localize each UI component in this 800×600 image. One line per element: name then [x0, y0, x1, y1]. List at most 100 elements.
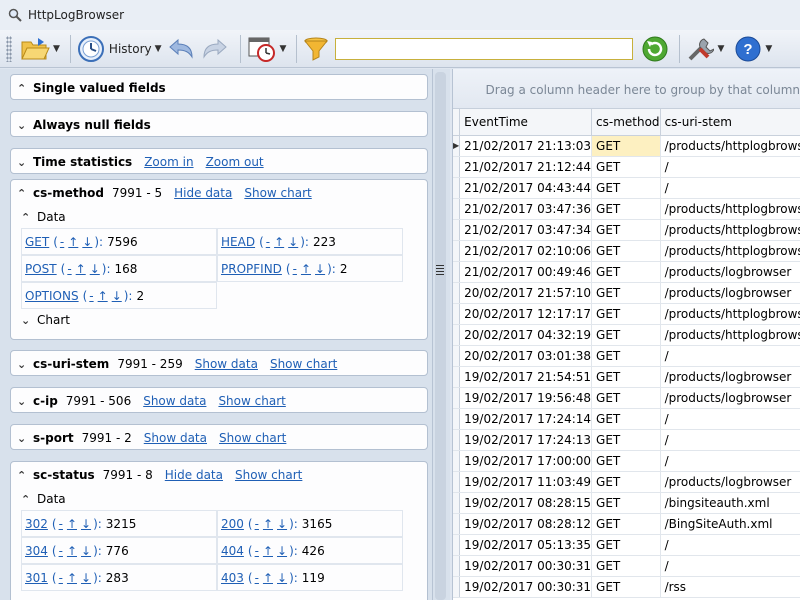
sort-down-op[interactable]: ↓ — [81, 517, 91, 531]
sort-up-op[interactable]: ↑ — [67, 571, 77, 585]
row-indicator[interactable] — [453, 324, 461, 346]
cell-cs-uri-stem[interactable]: /products/logbrowser — [660, 387, 800, 409]
sort-down-op[interactable]: ↓ — [81, 544, 91, 558]
sort-up-op[interactable]: ↑ — [263, 544, 273, 558]
value-link[interactable]: 403 — [221, 571, 244, 585]
cell-cs-uri-stem[interactable]: /products/httplogbrowser — [660, 303, 800, 325]
sort-up-op[interactable]: ↑ — [67, 517, 77, 531]
exclude-op[interactable]: - — [60, 235, 64, 249]
table-row[interactable]: 19/02/2017 05:13:35 GET / — [453, 534, 800, 556]
row-indicator[interactable] — [453, 387, 461, 409]
chevron-down-icon[interactable]: ⌄ — [17, 119, 31, 132]
cell-eventtime[interactable]: 21/02/2017 03:47:36 — [459, 198, 593, 220]
cell-cs-method[interactable]: GET — [591, 408, 661, 430]
cell-cs-uri-stem[interactable]: / — [660, 408, 800, 430]
cell-cs-uri-stem[interactable]: /bingsiteauth.xml — [660, 492, 800, 514]
table-row[interactable]: 19/02/2017 19:56:48 GET/products/logbrows… — [453, 387, 800, 409]
cell-eventtime[interactable]: 19/02/2017 11:03:49 — [459, 471, 593, 493]
cell-cs-uri-stem[interactable]: /products/httplogbrowser — [660, 198, 800, 220]
table-row[interactable]: 20/02/2017 03:01:38 GET / — [453, 345, 800, 367]
chevron-up-icon[interactable]: ⌃ — [21, 493, 37, 506]
panel-header[interactable]: ⌄ s-port 7991 - 2 Show data Show chart — [11, 425, 427, 451]
row-indicator[interactable] — [453, 492, 461, 514]
cell-eventtime[interactable]: 19/02/2017 05:13:35 — [459, 534, 593, 556]
panel-header[interactable]: ⌄ Time statistics Zoom in Zoom out — [11, 149, 427, 175]
cell-cs-method[interactable]: GET — [591, 324, 661, 346]
cell-cs-uri-stem[interactable]: /BingSiteAuth.xml — [660, 513, 800, 535]
back-button[interactable] — [166, 34, 196, 64]
toolbar-grip[interactable] — [6, 35, 12, 62]
row-indicator[interactable] — [453, 576, 461, 598]
cell-cs-method[interactable]: GET — [591, 303, 661, 325]
row-indicator[interactable] — [453, 303, 461, 325]
cell-eventtime[interactable]: 19/02/2017 00:30:31 — [459, 555, 593, 577]
cell-cs-method[interactable]: GET — [591, 135, 661, 157]
value-link[interactable]: 304 — [25, 544, 48, 558]
row-indicator[interactable] — [453, 156, 461, 178]
sort-up-op[interactable]: ↑ — [76, 262, 86, 276]
show-chart-link[interactable]: Show chart — [235, 468, 302, 482]
value-link[interactable]: 302 — [25, 517, 48, 531]
chevron-up-icon[interactable]: ⌃ — [17, 187, 31, 200]
cell-cs-uri-stem[interactable]: /products/httplogbrowser — [660, 135, 800, 157]
value-link[interactable]: PROPFIND — [221, 262, 282, 276]
sort-up-op[interactable]: ↑ — [68, 235, 78, 249]
table-row[interactable]: 19/02/2017 00:30:31 GET / — [453, 555, 800, 577]
cell-cs-uri-stem[interactable]: / — [660, 534, 800, 556]
cell-cs-method[interactable]: GET — [591, 261, 661, 283]
cell-cs-method[interactable]: GET — [591, 429, 661, 451]
cell-eventtime[interactable]: 19/02/2017 00:30:31 — [459, 576, 593, 598]
value-link[interactable]: 200 — [221, 517, 244, 531]
chevron-down-icon[interactable]: ⌄ — [21, 314, 37, 327]
table-row[interactable]: 19/02/2017 08:28:15 GET/bingsiteauth.xml — [453, 492, 800, 514]
cell-cs-method[interactable]: GET — [591, 240, 661, 262]
table-row[interactable]: 19/02/2017 08:28:12 GET/BingSiteAuth.xml — [453, 513, 800, 535]
panel-header[interactable]: ⌃ Single valued fields — [11, 75, 427, 101]
sort-down-op[interactable]: ↓ — [277, 571, 287, 585]
value-link[interactable]: OPTIONS — [25, 289, 79, 303]
cell-cs-uri-stem[interactable]: / — [660, 429, 800, 451]
row-indicator[interactable] — [453, 282, 461, 304]
column-header-cs-uri-stem[interactable]: cs-uri-stem — [660, 109, 800, 136]
hide-data-link[interactable]: Hide data — [174, 186, 232, 200]
sort-down-op[interactable]: ↓ — [277, 544, 287, 558]
row-indicator[interactable] — [453, 429, 461, 451]
row-indicator[interactable] — [453, 198, 461, 220]
cell-cs-method[interactable]: GET — [591, 471, 661, 493]
cell-cs-uri-stem[interactable]: / — [660, 555, 800, 577]
table-row[interactable]: 21/02/2017 04:43:44 GET / — [453, 177, 800, 199]
tools-button[interactable]: ▼ — [686, 34, 724, 64]
exclude-op[interactable]: - — [293, 262, 297, 276]
exclude-op[interactable]: - — [255, 517, 259, 531]
chevron-down-icon[interactable]: ⌄ — [17, 358, 31, 371]
row-indicator[interactable] — [453, 408, 461, 430]
cell-cs-uri-stem[interactable]: /rss — [660, 576, 800, 598]
splitter-grip-icon[interactable] — [436, 265, 444, 277]
cell-eventtime[interactable]: 20/02/2017 12:17:17 — [459, 303, 593, 325]
cell-eventtime[interactable]: 20/02/2017 04:32:19 — [459, 324, 593, 346]
table-row[interactable]: 19/02/2017 21:54:51 GET/products/logbrows… — [453, 366, 800, 388]
table-row[interactable]: 20/02/2017 12:17:17 GET/products/httplogb… — [453, 303, 800, 325]
cell-cs-method[interactable]: GET — [591, 513, 661, 535]
cell-cs-uri-stem[interactable]: /products/logbrowser — [660, 471, 800, 493]
chevron-down-icon[interactable]: ⌄ — [17, 432, 31, 445]
show-data-link[interactable]: Show data — [143, 394, 206, 408]
cell-eventtime[interactable]: 19/02/2017 21:54:51 — [459, 366, 593, 388]
row-indicator[interactable] — [453, 450, 461, 472]
cell-cs-method[interactable]: GET — [591, 219, 661, 241]
cell-cs-uri-stem[interactable]: /products/logbrowser — [660, 282, 800, 304]
chevron-down-icon[interactable]: ▼ — [717, 44, 724, 54]
cell-eventtime[interactable]: 19/02/2017 19:56:48 — [459, 387, 593, 409]
cell-cs-uri-stem[interactable]: / — [660, 156, 800, 178]
cell-cs-uri-stem[interactable]: /products/httplogbrowser — [660, 324, 800, 346]
cell-eventtime[interactable]: 20/02/2017 21:57:10 — [459, 282, 593, 304]
show-data-link[interactable]: Show data — [144, 431, 207, 445]
table-row[interactable]: 19/02/2017 17:00:00 GET / — [453, 450, 800, 472]
history-button[interactable]: History ▼ — [77, 34, 162, 64]
chevron-down-icon[interactable]: ⌄ — [17, 395, 31, 408]
cell-eventtime[interactable]: 20/02/2017 03:01:38 — [459, 345, 593, 367]
value-link[interactable]: HEAD — [221, 235, 255, 249]
cell-cs-method[interactable]: GET — [591, 450, 661, 472]
sort-down-op[interactable]: ↓ — [277, 517, 287, 531]
row-indicator[interactable] — [453, 513, 461, 535]
